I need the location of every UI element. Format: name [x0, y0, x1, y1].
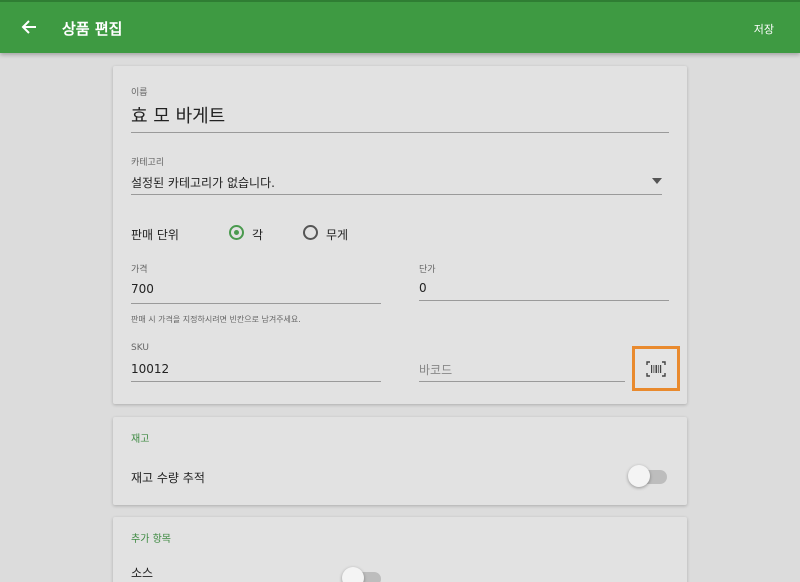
unit-each-radio[interactable]: [229, 225, 244, 240]
sku-input[interactable]: 10012: [131, 362, 169, 376]
barcode-scan-button[interactable]: [632, 346, 680, 391]
sale-unit-label: 판매 단위: [131, 228, 179, 242]
name-input-underline: [131, 132, 669, 133]
dropdown-arrow-icon[interactable]: [652, 178, 662, 184]
category-select[interactable]: 설정된 카테고리가 없습니다.: [131, 174, 275, 191]
category-field-label: 카테고리: [131, 158, 165, 168]
track-inventory-toggle[interactable]: [628, 465, 668, 487]
price-input-underline: [131, 303, 381, 304]
unit-each-label[interactable]: 각: [252, 226, 263, 243]
name-field-label: 이름: [131, 88, 148, 98]
cost-input-underline: [419, 300, 669, 301]
toggle-thumb: [628, 465, 650, 487]
unit-weight-label[interactable]: 무게: [326, 226, 348, 243]
save-button[interactable]: 저장: [754, 21, 774, 37]
arrow-back-icon: [21, 20, 36, 34]
price-input[interactable]: 700: [131, 282, 154, 296]
price-hint-text: 판매 시 가격을 지정하시려면 빈칸으로 남겨주세요.: [131, 315, 301, 324]
price-field-label: 가격: [131, 265, 148, 275]
page-title: 상품 편집: [62, 20, 123, 38]
sauce-toggle[interactable]: [342, 567, 382, 582]
app-bar: 상품 편집 저장: [0, 0, 800, 53]
sauce-label: 소스: [131, 566, 154, 580]
sku-input-underline: [131, 381, 381, 382]
barcode-scan-icon: [646, 360, 666, 377]
extras-section-title: 추가 항목: [131, 534, 171, 545]
inventory-section-title: 재고: [131, 434, 150, 445]
barcode-input[interactable]: 바코드: [419, 361, 452, 378]
name-input[interactable]: 효 모 바게트: [131, 102, 225, 128]
cost-input[interactable]: 0: [419, 281, 427, 295]
category-select-underline: [131, 194, 662, 195]
track-inventory-label: 재고 수량 추적: [131, 471, 205, 485]
sku-field-label: SKU: [131, 343, 149, 353]
toggle-thumb: [342, 567, 364, 582]
cost-field-label: 단가: [419, 265, 436, 275]
inventory-card: [113, 417, 687, 505]
back-button[interactable]: [18, 16, 40, 38]
extras-card: [113, 517, 687, 582]
unit-weight-radio[interactable]: [303, 225, 318, 240]
barcode-input-underline: [419, 381, 625, 382]
